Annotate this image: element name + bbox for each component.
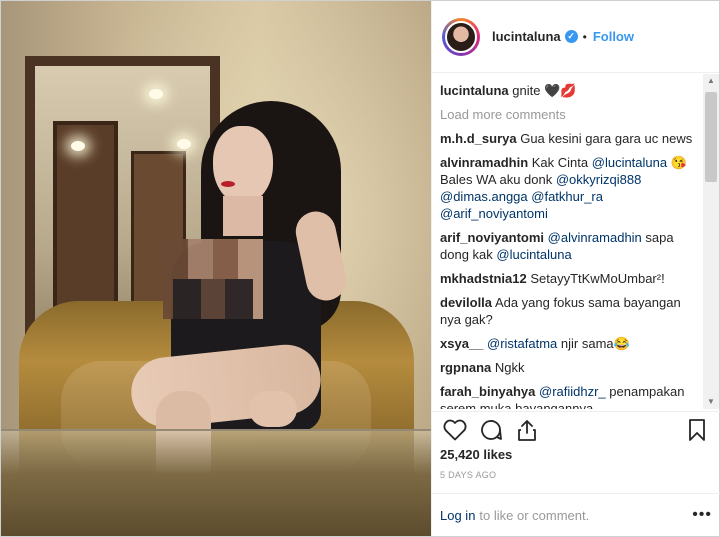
post-timestamp[interactable]: 5 DAYS AGO — [440, 470, 496, 480]
comment-item: m.h.d_surya Gua kesini gara gara uc news — [440, 130, 694, 147]
bookmark-icon[interactable] — [684, 417, 710, 443]
post-header: lucintaluna ✓ • Follow — [432, 1, 719, 73]
mention-link[interactable]: @okkyrizqi888 — [556, 172, 641, 187]
comment-text: Ngkk — [494, 360, 525, 375]
comment-item: farah_binyahya @rafiidhzr_ penampakan se… — [440, 383, 694, 409]
scroll-up-arrow-icon[interactable]: ▲ — [703, 74, 719, 88]
mention-link[interactable]: @rafiidhzr_ — [539, 384, 606, 399]
comment-item: rgpnana Ngkk — [440, 359, 694, 376]
more-options-icon[interactable]: ••• — [692, 506, 712, 524]
photo-censor-pixelation — [173, 279, 253, 319]
photo-hand — [249, 391, 297, 427]
comment-username[interactable]: rgpnana — [440, 360, 491, 375]
comment-text: SetayyTtKwMoUmbar²! — [530, 271, 665, 286]
comment-text: njir sama😂 — [557, 336, 630, 351]
photo-face — [213, 126, 273, 204]
share-icon[interactable] — [514, 417, 540, 443]
comment-item: alvinramadhin Kak Cinta @lucintaluna 😘 B… — [440, 154, 694, 222]
photo-lamp — [71, 141, 85, 151]
avatar[interactable] — [445, 20, 477, 53]
photo-lips — [221, 181, 235, 187]
follow-button[interactable]: Follow — [593, 29, 634, 44]
scroll-down-arrow-icon[interactable]: ▼ — [703, 395, 719, 409]
comment-username[interactable]: alvinramadhin — [440, 155, 528, 170]
load-more-comments-button[interactable]: Load more comments — [440, 107, 694, 122]
post-actions-bar — [432, 411, 720, 447]
avatar-story-ring[interactable] — [442, 17, 480, 56]
comment-username[interactable]: farah_binyahya — [440, 384, 535, 399]
likes-count[interactable]: 25,420 likes — [440, 447, 512, 462]
comment-username[interactable]: xsya__ — [440, 336, 483, 351]
comment-item: xsya__ @ristafatma njir sama😂 — [440, 335, 694, 352]
comment-username[interactable]: arif_noviyantomi — [440, 230, 544, 245]
comment-item: arif_noviyantomi @alvinramadhin sapa don… — [440, 229, 694, 263]
login-prompt-text: to like or comment. — [479, 507, 590, 523]
mention-link[interactable]: @ristafatma — [487, 336, 557, 351]
post-side-panel: lucintaluna ✓ • Follow lucintaluna gnite… — [431, 1, 720, 536]
login-bar: Log in to like or comment. ••• — [432, 493, 720, 536]
comment-icon[interactable] — [478, 417, 504, 443]
comments-list[interactable]: lucintaluna gnite 🖤💋 Load more comments … — [432, 74, 704, 409]
header-separator: • — [582, 29, 587, 44]
heart-icon[interactable] — [442, 417, 468, 443]
comment-container: m.h.d_surya Gua kesini gara gara uc news… — [440, 130, 694, 409]
post-caption: lucintaluna gnite 🖤💋 — [440, 82, 694, 99]
photo-glass-table — [1, 429, 431, 536]
mention-link[interactable]: @alvinramadhin — [548, 230, 642, 245]
comment-item: devilolla Ada yang fokus sama bayangan n… — [440, 294, 694, 328]
caption-username[interactable]: lucintaluna — [440, 83, 509, 98]
comment-text: Gua kesini gara gara uc news — [520, 131, 693, 146]
verified-badge-icon: ✓ — [564, 30, 578, 43]
login-link[interactable]: Log in — [440, 508, 475, 523]
mention-link[interactable]: @fatkhur_ra — [531, 189, 603, 204]
comments-scrollbar[interactable]: ▲ ▼ — [703, 74, 719, 409]
instagram-post-modal: lucintaluna ✓ • Follow lucintaluna gnite… — [0, 0, 720, 537]
comment-username[interactable]: mkhadstnia12 — [440, 271, 527, 286]
scrollbar-thumb[interactable] — [705, 92, 717, 182]
mention-link[interactable]: @arif_noviyantomi — [440, 206, 548, 221]
comment-text: Kak Cinta — [531, 155, 592, 170]
mention-link[interactable]: @lucintaluna — [592, 155, 667, 170]
post-photo[interactable] — [1, 1, 431, 536]
comment-username[interactable]: m.h.d_surya — [440, 131, 517, 146]
photo-door-left — [53, 121, 118, 321]
photo-lamp — [177, 139, 191, 149]
caption-text: gnite 🖤💋 — [512, 83, 577, 98]
header-username[interactable]: lucintaluna — [492, 29, 561, 44]
comment-item: mkhadstnia12 SetayyTtKwMoUmbar²! — [440, 270, 694, 287]
photo-lamp — [149, 89, 163, 99]
mention-link[interactable]: @lucintaluna — [496, 247, 571, 262]
comment-username[interactable]: devilolla — [440, 295, 492, 310]
mention-link[interactable]: @dimas.angga — [440, 189, 528, 204]
photo-neck — [223, 196, 263, 236]
